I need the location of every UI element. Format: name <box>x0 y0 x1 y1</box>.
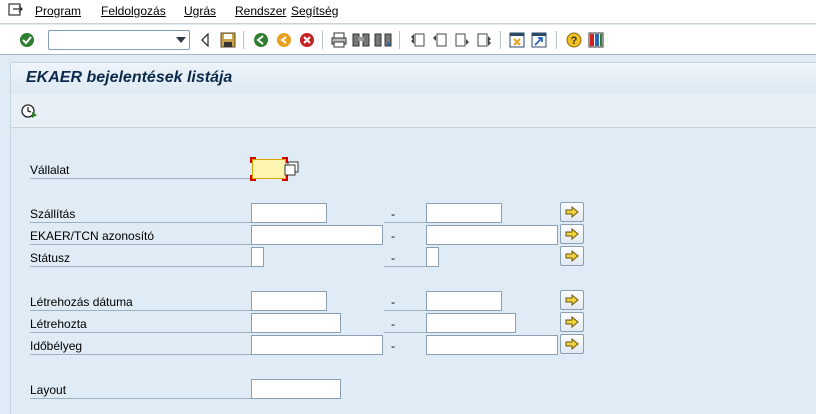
created-by-label: Létrehozta <box>30 317 87 331</box>
menu-ugras[interactable]: Ugrás <box>184 4 216 18</box>
status-from-input[interactable] <box>251 247 264 267</box>
arrow-right-icon <box>565 316 579 328</box>
range-dash: - <box>391 339 395 353</box>
created-by-to-input[interactable] <box>426 313 516 333</box>
created-date-from-input[interactable] <box>251 291 327 311</box>
command-input[interactable] <box>51 32 169 48</box>
cancel-icon[interactable] <box>298 31 316 49</box>
delivery-label: Szállítás <box>30 207 76 221</box>
page-title: EKAER bejelentések listája <box>26 69 233 86</box>
label-underline <box>384 222 426 223</box>
toolbar-separator <box>322 31 323 49</box>
next-page-icon[interactable] <box>453 31 471 49</box>
new-session-icon[interactable] <box>508 31 526 49</box>
first-page-icon[interactable] <box>409 31 427 49</box>
menu-program-label: Program <box>35 4 82 18</box>
menu-segitseg[interactable]: Segítség <box>291 4 338 18</box>
created-by-from-input[interactable] <box>251 313 341 333</box>
focus-corner <box>250 175 256 181</box>
company-input[interactable] <box>252 159 286 179</box>
ekaer-id-to-input[interactable] <box>426 225 558 245</box>
delivery-to-input[interactable] <box>426 203 502 223</box>
label-underline <box>30 178 251 179</box>
created-date-label: Létrehozás dátuma <box>30 295 133 309</box>
status-to-input[interactable] <box>426 247 439 267</box>
arrow-right-icon <box>565 250 579 262</box>
range-dash: - <box>391 295 395 309</box>
label-underline <box>384 266 426 267</box>
ekaer-id-from-input[interactable] <box>251 225 383 245</box>
shortcut-icon[interactable] <box>530 31 548 49</box>
find-icon[interactable] <box>352 31 370 49</box>
status-label: Státusz <box>30 251 71 265</box>
label-underline <box>30 222 251 223</box>
application-toolbar <box>10 94 816 128</box>
save-icon[interactable] <box>219 31 237 49</box>
ekaer-id-label: EKAER/TCN azonosító <box>30 229 155 243</box>
label-underline <box>384 310 426 311</box>
created-date-multiple-selection-button[interactable] <box>560 290 584 310</box>
range-dash: - <box>391 229 395 243</box>
arrow-right-icon <box>565 228 579 240</box>
layout-label: Layout <box>30 383 67 397</box>
selection-screen: Vállalat Szállítás - EKAER/TCN azonosító… <box>10 129 816 414</box>
menu-rendszer[interactable]: Rendszer <box>235 4 286 18</box>
enter-icon[interactable] <box>18 31 36 49</box>
menu-program[interactable]: Program <box>35 4 81 18</box>
menu-ugras-label: Ugrás <box>184 4 217 18</box>
exit-icon[interactable] <box>275 31 293 49</box>
chevron-down-icon[interactable] <box>176 37 186 43</box>
ekaer-id-multiple-selection-button[interactable] <box>560 224 584 244</box>
value-help-icon[interactable] <box>284 161 300 177</box>
arrow-right-icon <box>565 294 579 306</box>
range-dash: - <box>391 317 395 331</box>
label-underline <box>30 354 251 355</box>
focus-corner <box>250 157 256 163</box>
command-field[interactable] <box>48 30 190 50</box>
label-underline <box>30 266 251 267</box>
label-underline <box>30 332 251 333</box>
label-underline <box>384 332 426 333</box>
svg-text:?: ? <box>571 35 578 47</box>
toolbar-separator <box>500 31 501 49</box>
title-bar: EKAER bejelentések listája <box>10 62 816 94</box>
menu-feldolgozas-label: Feldolgozás <box>101 4 166 18</box>
created-by-multiple-selection-button[interactable] <box>560 312 584 332</box>
standard-toolbar: ? <box>0 25 816 55</box>
print-icon[interactable] <box>330 31 348 49</box>
menu-rendszer-label: Rendszer <box>235 4 287 18</box>
label-underline <box>30 244 251 245</box>
timestamp-label: Időbélyeg <box>30 339 83 353</box>
delivery-from-input[interactable] <box>251 203 327 223</box>
menu-feldolgozas[interactable]: Feldolgozás <box>101 4 166 18</box>
system-menu-icon[interactable] <box>8 3 24 17</box>
execute-icon[interactable] <box>20 102 38 120</box>
timestamp-to-input[interactable] <box>426 335 558 355</box>
timestamp-from-input[interactable] <box>251 335 383 355</box>
timestamp-multiple-selection-button[interactable] <box>560 334 584 354</box>
label-underline <box>30 398 251 399</box>
created-date-to-input[interactable] <box>426 291 502 311</box>
range-dash: - <box>391 251 395 265</box>
toolbar-separator <box>399 31 400 49</box>
layout-input[interactable] <box>251 379 341 399</box>
menu-bar: Program Feldolgozás Ugrás Rendszer Segít… <box>0 0 816 24</box>
back-nav-icon[interactable] <box>252 31 270 49</box>
find-next-icon[interactable] <box>374 31 392 49</box>
status-multiple-selection-button[interactable] <box>560 246 584 266</box>
last-page-icon[interactable] <box>475 31 493 49</box>
arrow-right-icon <box>565 338 579 350</box>
company-label: Vállalat <box>30 163 70 177</box>
arrow-right-icon <box>565 206 579 218</box>
help-icon[interactable]: ? <box>565 31 583 49</box>
toolbar-separator <box>556 31 557 49</box>
delivery-multiple-selection-button[interactable] <box>560 202 584 222</box>
toolbar-separator <box>243 31 244 49</box>
layout-icon[interactable] <box>587 31 605 49</box>
range-dash: - <box>391 207 395 221</box>
prev-page-icon[interactable] <box>431 31 449 49</box>
label-underline <box>30 310 251 311</box>
back-icon[interactable] <box>196 31 214 49</box>
menu-segitseg-label: Segítség <box>291 4 339 18</box>
